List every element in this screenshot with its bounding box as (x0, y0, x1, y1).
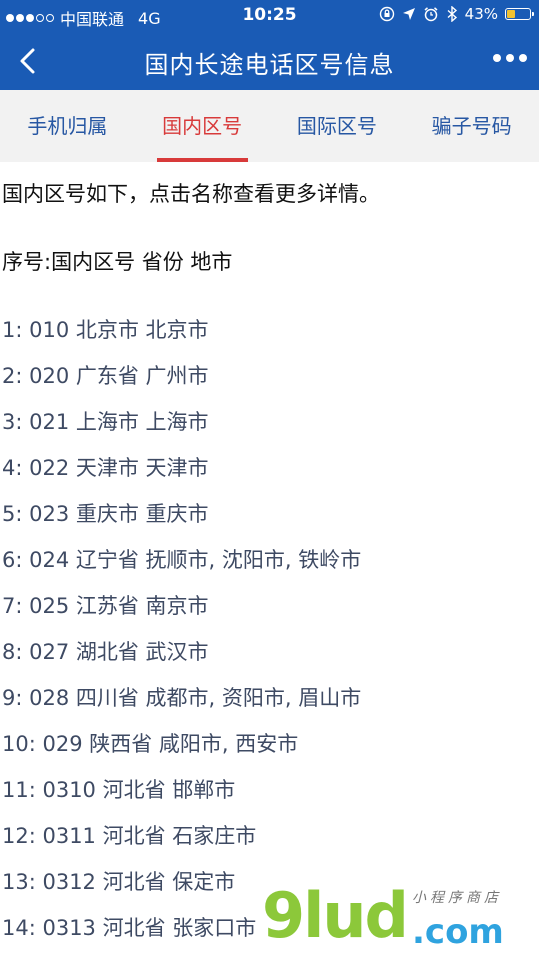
intro-text: 国内区号如下，点击名称查看更多详情。 (2, 182, 380, 206)
list-item[interactable]: 2: 020 广东省 广州市 (2, 362, 537, 408)
list-item[interactable]: 14: 0313 河北省 张家口市 (2, 914, 537, 960)
more-dots-icon[interactable] (493, 54, 527, 62)
alarm-icon (424, 7, 438, 22)
list-item[interactable]: 6: 024 辽宁省 抚顺市, 沈阳市, 铁岭市 (2, 546, 537, 592)
list-item[interactable]: 10: 029 陕西省 咸阳市, 西安市 (2, 730, 537, 776)
list-item[interactable]: 11: 0310 河北省 邯郸市 (2, 776, 537, 822)
list-item[interactable]: 1: 010 北京市 北京市 (2, 316, 537, 362)
list-item[interactable]: 4: 022 天津市 天津市 (2, 454, 537, 500)
list-item[interactable]: 3: 021 上海市 上海市 (2, 408, 537, 454)
bluetooth-icon (447, 6, 457, 22)
page-title: 国内长途电话区号信息 (144, 51, 395, 79)
location-icon (402, 8, 415, 20)
tab-international-code[interactable]: 国际区号 (270, 90, 405, 162)
status-right: 43% (379, 5, 534, 23)
list-item[interactable]: 12: 0311 河北省 石家庄市 (2, 822, 537, 868)
rotation-lock-icon (379, 6, 394, 22)
more-dot (506, 54, 514, 62)
tab-mobile-owner[interactable]: 手机归属 (0, 90, 135, 162)
battery-icon (505, 8, 534, 20)
list-item[interactable]: 7: 025 江苏省 南京市 (2, 592, 537, 638)
nav-bar: 国内长途电话区号信息 (0, 32, 539, 90)
tab-bar: 手机归属 国内区号 国际区号 骗子号码 (0, 90, 539, 162)
area-code-list: 1: 010 北京市 北京市 2: 020 广东省 广州市 3: 021 上海市… (2, 316, 537, 960)
tab-scam-numbers[interactable]: 骗子号码 (404, 90, 539, 162)
list-header: 序号:国内区号 省份 地市 (2, 250, 233, 274)
more-dot (493, 54, 501, 62)
battery-fill (507, 10, 516, 18)
more-dot (519, 54, 527, 62)
battery-percent: 43% (464, 5, 498, 23)
status-bar: 中国联通 4G 10:25 43% (0, 0, 539, 32)
list-item[interactable]: 13: 0312 河北省 保定市 (2, 868, 537, 914)
tab-domestic-code[interactable]: 国内区号 (135, 90, 270, 162)
list-item[interactable]: 5: 023 重庆市 重庆市 (2, 500, 537, 546)
list-item[interactable]: 9: 028 四川省 成都市, 资阳市, 眉山市 (2, 684, 537, 730)
list-item[interactable]: 8: 027 湖北省 武汉市 (2, 638, 537, 684)
